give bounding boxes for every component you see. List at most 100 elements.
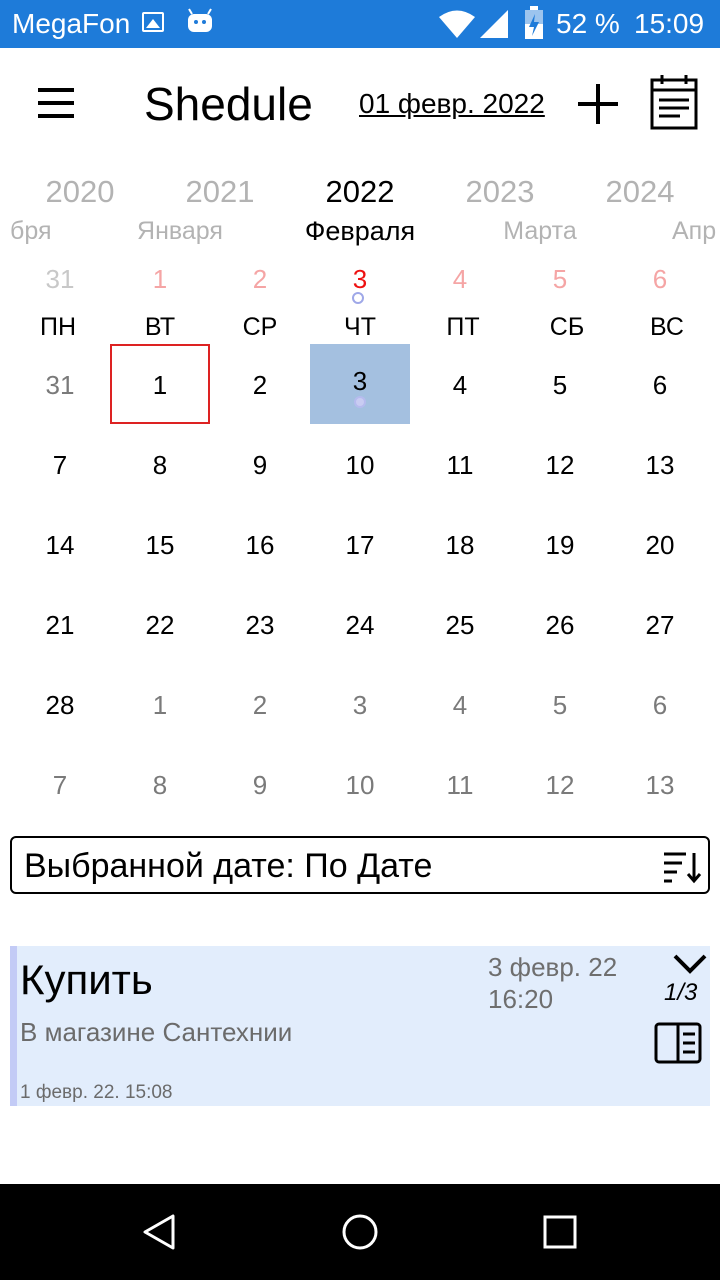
weekday-header: ЧТ bbox=[344, 313, 376, 341]
image-icon bbox=[142, 12, 164, 32]
calendar-day[interactable]: 2 bbox=[210, 344, 310, 424]
event-title: Купить bbox=[20, 956, 153, 1003]
month-option[interactable]: Апр bbox=[672, 214, 720, 248]
recents-icon[interactable] bbox=[540, 1212, 580, 1252]
calendar-day-other-month[interactable]: 7 bbox=[10, 744, 110, 824]
calendar-day[interactable]: 19 bbox=[510, 504, 610, 584]
calendar-day[interactable]: 27 bbox=[610, 584, 710, 664]
week-strip-day-selected[interactable]: 3 bbox=[310, 262, 410, 296]
calendar-day[interactable]: 6 bbox=[610, 344, 710, 424]
calendar-day[interactable]: 10 bbox=[310, 424, 410, 504]
calendar-day[interactable]: 12 bbox=[510, 424, 610, 504]
wifi-icon bbox=[439, 10, 475, 38]
weekday-header: СР bbox=[242, 313, 278, 341]
battery-charging-icon bbox=[525, 6, 543, 39]
week-strip-day[interactable]: 5 bbox=[510, 262, 610, 296]
calendar-day[interactable]: 22 bbox=[110, 584, 210, 664]
year-option[interactable]: 2024 bbox=[570, 172, 710, 212]
home-icon[interactable] bbox=[340, 1212, 380, 1252]
event-card[interactable]: Купить 3 февр. 22 16:20 В магазине Санте… bbox=[10, 946, 710, 1106]
year-option-selected[interactable]: 2022 bbox=[290, 172, 430, 212]
year-option[interactable]: 2020 bbox=[10, 172, 150, 212]
calendar-day-other-month[interactable]: 11 bbox=[410, 744, 510, 824]
calendar-day-other-month[interactable]: 3 bbox=[310, 664, 410, 744]
filter-selector[interactable]: Выбранной дате: По Дате bbox=[10, 836, 710, 894]
calendar-day[interactable]: 11 bbox=[410, 424, 510, 504]
event-indicator-dot bbox=[354, 396, 366, 408]
calendar-day[interactable]: 7 bbox=[10, 424, 110, 504]
calendar-day-other-month[interactable]: 9 bbox=[210, 744, 310, 824]
add-icon[interactable] bbox=[576, 82, 620, 126]
calendar-day[interactable]: 17 bbox=[310, 504, 410, 584]
back-icon[interactable] bbox=[140, 1212, 180, 1252]
calendar-day-other-month[interactable]: 6 bbox=[610, 664, 710, 744]
calendar-day[interactable]: 5 bbox=[510, 344, 610, 424]
calendar-day-other-month[interactable]: 31 bbox=[10, 344, 110, 424]
calendar-day[interactable]: 8 bbox=[110, 424, 210, 504]
calendar-day[interactable]: 4 bbox=[410, 344, 510, 424]
calendar-day[interactable]: 21 bbox=[10, 584, 110, 664]
android-icon bbox=[188, 8, 212, 32]
clock: 15:09 bbox=[634, 8, 705, 39]
status-bar: MegaFon 52 % 15:09 bbox=[0, 0, 720, 48]
weekday-header: СБ bbox=[549, 313, 585, 341]
month-option[interactable]: Января bbox=[100, 214, 260, 248]
calendar-day[interactable]: 24 bbox=[310, 584, 410, 664]
calendar-day-other-month[interactable]: 12 bbox=[510, 744, 610, 824]
calendar-day[interactable]: 15 bbox=[110, 504, 210, 584]
year-option[interactable]: 2023 bbox=[430, 172, 570, 212]
calendar-day-other-month[interactable]: 1 bbox=[110, 664, 210, 744]
event-description: В магазине Сантехнии bbox=[20, 1017, 293, 1047]
calendar-day-other-month[interactable]: 13 bbox=[610, 744, 710, 824]
calendar-day[interactable]: 14 bbox=[10, 504, 110, 584]
calendar-day-other-month[interactable]: 8 bbox=[110, 744, 210, 824]
weekday-header: ПН bbox=[39, 313, 77, 341]
calendar-day-today[interactable]: 1 bbox=[110, 344, 210, 424]
week-strip-day[interactable]: 6 bbox=[610, 262, 710, 296]
weekday-header: ПТ bbox=[446, 313, 480, 341]
calendar-day[interactable]: 13 bbox=[610, 424, 710, 504]
calendar-icon[interactable] bbox=[650, 74, 698, 130]
event-date: 3 февр. 22 bbox=[488, 952, 618, 982]
month-option-selected[interactable]: Февраля bbox=[280, 214, 440, 248]
calendar-day[interactable]: 28 bbox=[10, 664, 110, 744]
calendar-day[interactable]: 23 bbox=[210, 584, 310, 664]
filter-label: Выбранной дате: По Дате bbox=[24, 847, 433, 885]
year-option[interactable]: 2021 bbox=[150, 172, 290, 212]
navigation-bar bbox=[0, 1184, 720, 1280]
calendar-day[interactable]: 9 bbox=[210, 424, 310, 504]
carrier-name: MegaFon bbox=[12, 8, 131, 39]
event-card-accent-bar bbox=[10, 946, 17, 1106]
calendar-day-other-month[interactable]: 5 bbox=[510, 664, 610, 744]
calendar-day[interactable]: 26 bbox=[510, 584, 610, 664]
week-strip-day[interactable]: 2 bbox=[210, 262, 310, 296]
month-option[interactable]: бря bbox=[10, 214, 51, 248]
note-icon[interactable] bbox=[654, 1022, 702, 1064]
calendar-day-other-month[interactable]: 4 bbox=[410, 664, 510, 744]
battery-percentage: 52 % bbox=[556, 8, 620, 39]
event-created-timestamp: 1 февр. 22. 15:08 bbox=[20, 1082, 173, 1103]
event-time: 16:20 bbox=[488, 984, 554, 1014]
calendar-day[interactable]: 25 bbox=[410, 584, 510, 664]
calendar-day[interactable]: 16 bbox=[210, 504, 310, 584]
calendar-day-number: 3 bbox=[352, 366, 368, 396]
sort-icon[interactable] bbox=[662, 850, 702, 884]
event-counter: 1/3 bbox=[664, 979, 698, 1006]
calendar-day[interactable]: 18 bbox=[410, 504, 510, 584]
calendar-day-other-month[interactable]: 10 bbox=[310, 744, 410, 824]
week-strip-day[interactable]: 4 bbox=[410, 262, 510, 296]
week-strip-day[interactable]: 31 bbox=[10, 262, 110, 296]
calendar-day-other-month[interactable]: 2 bbox=[210, 664, 310, 744]
event-indicator-dot bbox=[352, 292, 364, 304]
current-date-link[interactable]: 01 февр. 2022 bbox=[359, 84, 545, 124]
weekday-header: ВТ bbox=[144, 313, 176, 341]
weekday-header: ВС bbox=[650, 313, 684, 341]
app-title: Shedule bbox=[144, 78, 313, 130]
calendar-day-selected[interactable]: 3 bbox=[310, 344, 410, 424]
signal-icon bbox=[480, 10, 508, 38]
week-strip-day[interactable]: 1 bbox=[110, 262, 210, 296]
calendar-day[interactable]: 20 bbox=[610, 504, 710, 584]
menu-icon[interactable] bbox=[36, 86, 76, 120]
chevron-down-icon[interactable] bbox=[672, 952, 708, 976]
month-option[interactable]: Марта bbox=[460, 214, 620, 248]
